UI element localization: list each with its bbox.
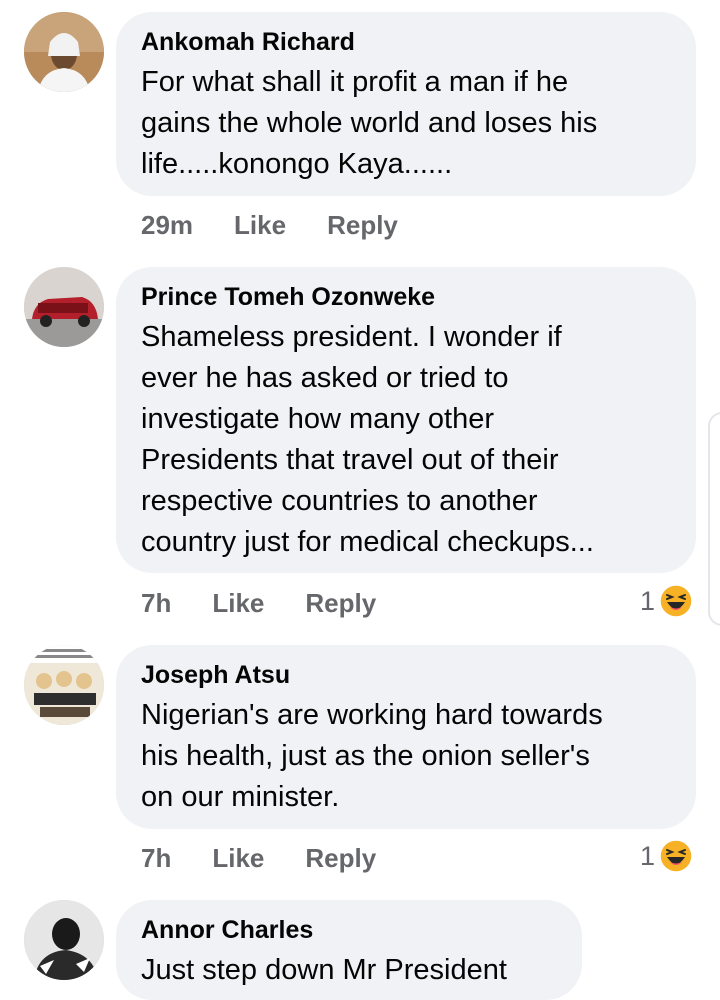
comment-bubble: Annor Charles Just step down Mr Presiden…: [116, 900, 582, 1000]
comment-bubble: Prince Tomeh Ozonweke Shameless presiden…: [116, 267, 696, 573]
comment-line: gains the whole world and loses his: [141, 107, 598, 139]
comment-timestamp[interactable]: 7h: [141, 843, 171, 874]
reaction-summary[interactable]: 1: [640, 584, 693, 618]
comment-text: Nigerian's are working hard towards his …: [141, 695, 670, 818]
comment-line: investigate how many other: [141, 403, 495, 435]
comment-line: life.....konongo Kaya......: [141, 148, 453, 180]
side-panel-handle[interactable]: [708, 412, 720, 626]
comment-line: Nigerian's are working hard towards: [141, 699, 603, 731]
reply-button[interactable]: Reply: [305, 843, 376, 874]
haha-emoji-icon: [659, 839, 693, 873]
avatar[interactable]: [24, 900, 104, 980]
comment-text: Shameless president. I wonder if ever he…: [141, 317, 670, 563]
comment-line: Just step down Mr President: [141, 954, 507, 986]
like-button[interactable]: Like: [234, 210, 286, 241]
reply-button[interactable]: Reply: [327, 210, 398, 241]
comment-line: respective countries to another: [141, 485, 538, 517]
comment-line: his health, just as the onion seller's: [141, 740, 590, 772]
comment-bubble: Joseph Atsu Nigerian's are working hard …: [116, 645, 696, 829]
avatar[interactable]: [24, 12, 104, 92]
comment-timestamp[interactable]: 29m: [141, 210, 193, 241]
comment-line: on our minister.: [141, 781, 340, 813]
comment-author[interactable]: Joseph Atsu: [141, 659, 670, 691]
comment-text: Just step down Mr President: [141, 950, 556, 991]
comment-actions: 29m Like Reply: [141, 210, 398, 241]
comment-timestamp[interactable]: 7h: [141, 588, 171, 619]
reply-button[interactable]: Reply: [305, 588, 376, 619]
comment-line: country just for medical checkups...: [141, 526, 594, 558]
reaction-summary[interactable]: 1: [640, 839, 693, 873]
like-button[interactable]: Like: [212, 588, 264, 619]
comment-text: For what shall it profit a man if he gai…: [141, 62, 670, 185]
comment-actions: 7h Like Reply: [141, 588, 376, 619]
comment-author[interactable]: Ankomah Richard: [141, 26, 670, 58]
like-button[interactable]: Like: [212, 843, 264, 874]
comment-author[interactable]: Annor Charles: [141, 914, 556, 946]
haha-emoji-icon: [659, 584, 693, 618]
comment-line: ever he has asked or tried to: [141, 362, 509, 394]
avatar[interactable]: [24, 267, 104, 347]
reaction-count: 1: [640, 585, 656, 616]
comment-line: Presidents that travel out of their: [141, 444, 559, 476]
comment-author[interactable]: Prince Tomeh Ozonweke: [141, 281, 670, 313]
avatar[interactable]: [24, 645, 104, 725]
comment-bubble: Ankomah Richard For what shall it profit…: [116, 12, 696, 196]
comment-actions: 7h Like Reply: [141, 843, 376, 874]
reaction-count: 1: [640, 840, 656, 871]
comment-line: For what shall it profit a man if he: [141, 66, 569, 98]
comment-line: Shameless president. I wonder if: [141, 321, 562, 353]
